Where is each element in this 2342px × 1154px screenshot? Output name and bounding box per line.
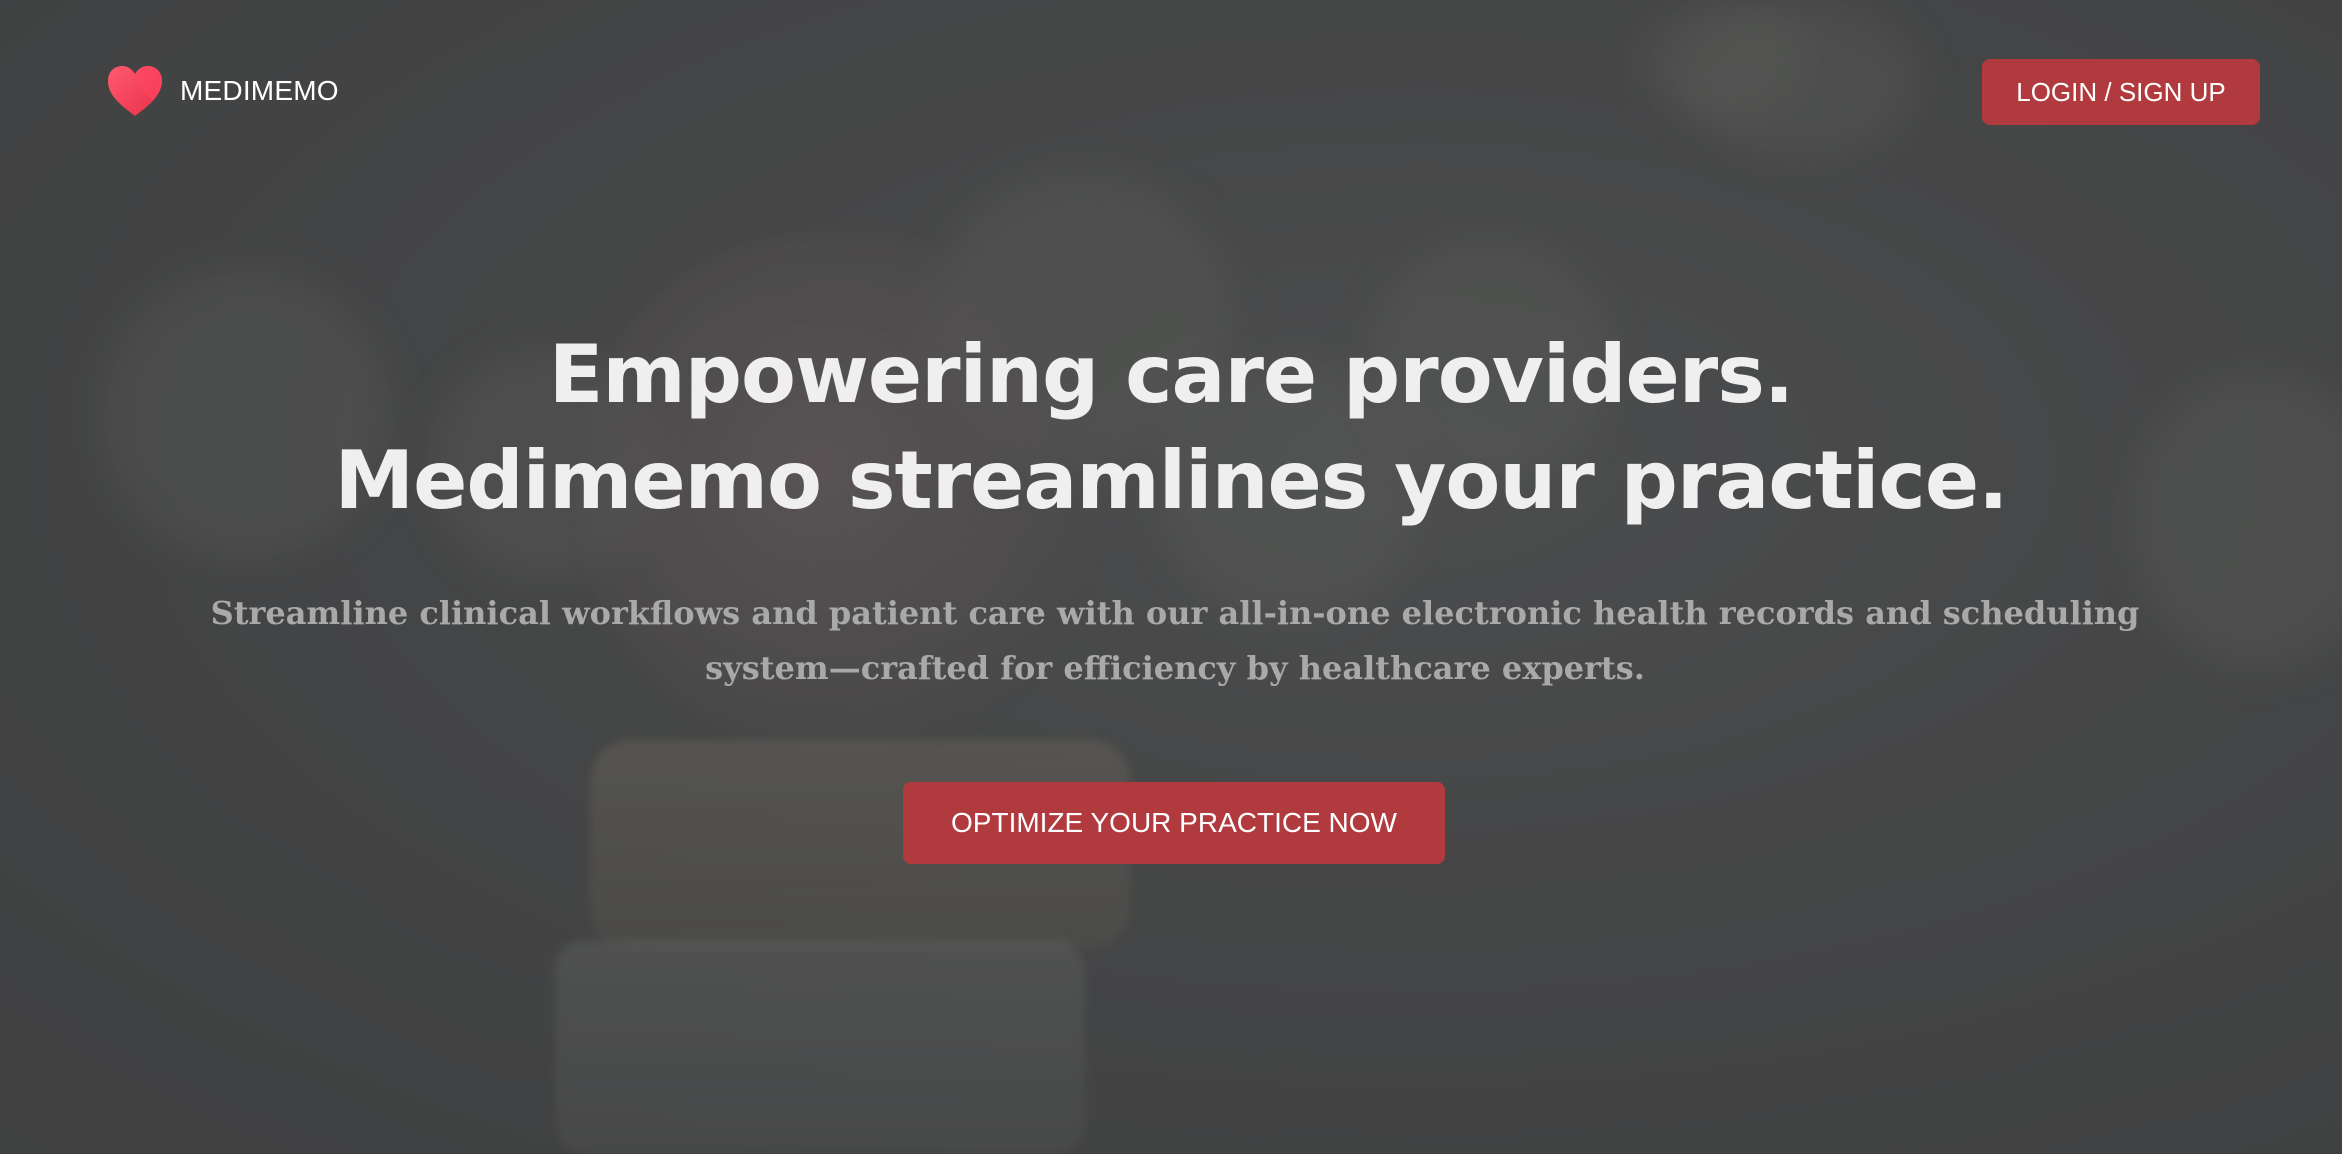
- hero-title: Empowering care providers. Medimemo stre…: [0, 322, 2342, 534]
- hero-title-line1: Empowering care providers.: [548, 328, 1795, 421]
- optimize-practice-button[interactable]: OPTIMIZE YOUR PRACTICE NOW: [903, 782, 1445, 864]
- brand-name: MEDIMEMO: [180, 75, 339, 106]
- landing-page: MEDIMEMO LOGIN / SIGN UP Empowering care…: [0, 0, 2342, 1154]
- hero-title-line2: Medimemo streamlines your practice.: [334, 434, 2008, 527]
- heart-icon: [108, 66, 162, 116]
- login-signup-button[interactable]: LOGIN / SIGN UP: [1982, 59, 2260, 125]
- brand-logo[interactable]: MEDIMEMO: [106, 64, 339, 118]
- background-photo: [0, 0, 2342, 1154]
- hero-subtitle: Streamline clinical workflows and patien…: [210, 594, 2140, 687]
